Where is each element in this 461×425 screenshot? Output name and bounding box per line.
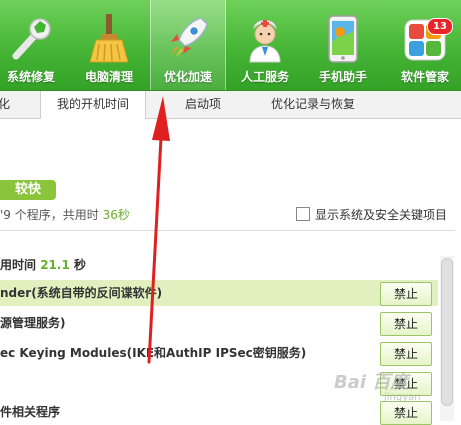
startup-item-name: 件相关程序	[0, 405, 61, 419]
checkbox-box[interactable]	[296, 207, 310, 221]
watermark-logo: Bai 百度	[334, 372, 409, 393]
toolbar-label: 软件管家	[400, 70, 449, 84]
toolbar-software-manager[interactable]: 软件管家	[388, 0, 461, 90]
boot-time-unit: 秒	[69, 258, 86, 272]
startup-row[interactable]: ec Keying Modules(IKE和AuthIP IPSec密钥服务) …	[0, 340, 438, 366]
startup-row[interactable]: nder(系统自带的反间谍软件) 禁止	[0, 280, 438, 306]
checkbox-label: 显示系统及安全关键项目	[315, 208, 448, 222]
toolbar-label: 手机助手	[318, 70, 367, 84]
tab-startup-items[interactable]: 启动项	[168, 91, 238, 118]
rocket-icon	[171, 17, 208, 58]
toolbar-label: 系统修复	[6, 70, 55, 84]
doctor-icon	[249, 20, 281, 63]
tab-bar: 化 我的开机时间 启动项 优化记录与恢复	[0, 91, 461, 119]
toolbar-phone-assistant[interactable]: 手机助手	[306, 0, 380, 90]
divider	[0, 230, 455, 231]
startup-item-name: ec Keying Modules(IKE和AuthIP IPSec密钥服务)	[0, 346, 307, 360]
summary-seconds: 36秒	[102, 208, 130, 222]
tab-optimize-history[interactable]: 优化记录与恢复	[258, 91, 368, 118]
disable-button[interactable]: 禁止	[380, 312, 432, 336]
tab-boot-time[interactable]: 我的开机时间	[40, 91, 146, 119]
summary-text: '9 个程序，共用时	[0, 208, 103, 222]
toolbar-label: 电脑清理	[84, 70, 133, 84]
startup-item-name: nder(系统自带的反间谍软件)	[0, 286, 163, 300]
scrollbar-thumb[interactable]	[441, 258, 453, 406]
phone-icon	[328, 15, 358, 63]
startup-row[interactable]: 源管理服务) 禁止	[0, 310, 438, 336]
toolbar-label: 优化加速	[163, 70, 212, 84]
speed-rating-badge: 较快	[0, 180, 56, 200]
wrench-icon	[12, 18, 51, 60]
toolbar-pc-cleanup[interactable]: 电脑清理	[72, 0, 146, 90]
disable-button[interactable]: 禁止	[380, 342, 432, 366]
main-toolbar: 系统修复 电脑清理 优化加速 人工服务 手机助手 软件管家 13	[0, 0, 461, 91]
tab-optimize[interactable]: 化	[0, 91, 10, 118]
boot-time-value: 21.1	[40, 258, 70, 272]
watermark-subtext: jingyan	[384, 392, 421, 403]
show-system-items-checkbox[interactable]: 显示系统及安全关键项目	[296, 206, 447, 223]
boot-summary: '9 个程序，共用时 36秒	[0, 206, 130, 223]
toolbar-optimize[interactable]: 优化加速	[150, 0, 226, 90]
toolbar-manual-service[interactable]: 人工服务	[228, 0, 302, 90]
notification-badge: 13	[427, 18, 453, 35]
toolbar-system-repair[interactable]: 系统修复	[0, 0, 68, 90]
toolbar-label: 人工服务	[240, 70, 289, 84]
broom-icon	[89, 14, 129, 63]
boot-time-heading: 用时间 21.1 秒	[0, 256, 86, 273]
disable-button[interactable]: 禁止	[380, 282, 432, 306]
boot-time-label: 用时间	[0, 258, 41, 272]
startup-row[interactable]: 件相关程序 禁止	[0, 399, 438, 425]
startup-item-name: 源管理服务)	[0, 316, 66, 330]
disable-button[interactable]: 禁止	[380, 401, 432, 425]
